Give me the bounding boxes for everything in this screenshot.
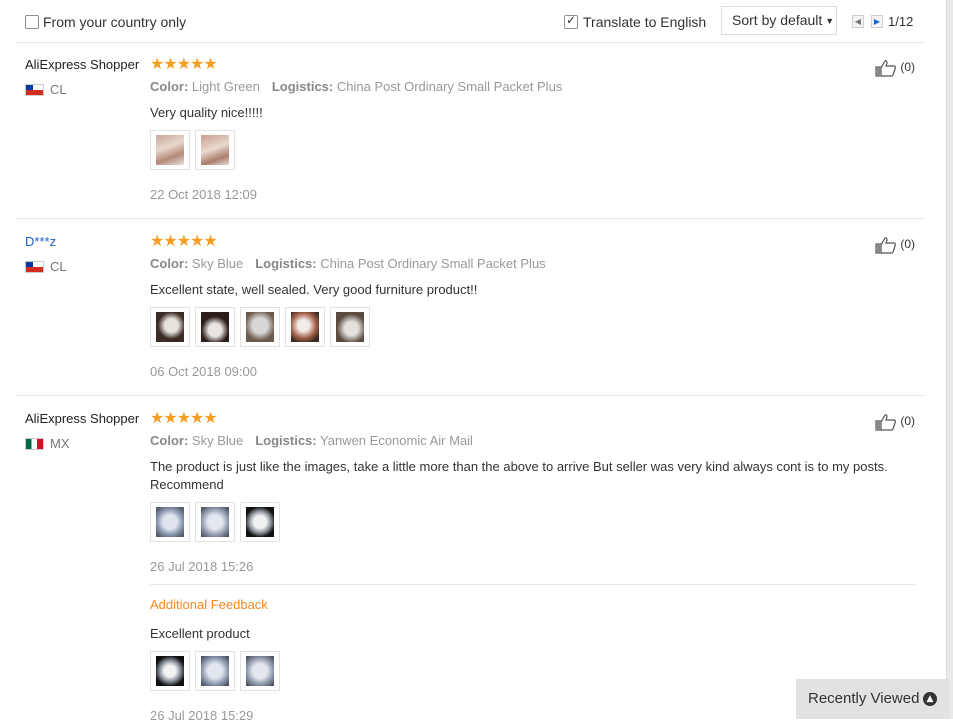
thumbs-up-icon bbox=[875, 414, 896, 431]
color-label: Color: bbox=[150, 256, 189, 271]
reviewer-name[interactable]: D***z bbox=[25, 234, 56, 249]
review-item: AliExpress Shopper MX ★★★★★ (0) Color: S… bbox=[15, 408, 925, 723]
helpful-count: (0) bbox=[900, 237, 915, 252]
logistics-label: Logistics: bbox=[271, 79, 334, 94]
review-photo-thumbnail[interactable] bbox=[240, 502, 280, 542]
thumbs-up-icon bbox=[875, 237, 896, 254]
review-text: Very quality nice!!!!! bbox=[150, 105, 263, 120]
logistics-label: Logistics: bbox=[255, 433, 317, 448]
logistics-value: China Post Ordinary Small Packet Plus bbox=[320, 256, 546, 271]
review-item: AliExpress Shopper CL ★★★★★ (0) Color: L… bbox=[15, 54, 925, 219]
review-date: 06 Oct 2018 09:00 bbox=[150, 364, 257, 379]
color-value: Sky Blue bbox=[191, 256, 244, 271]
additional-feedback-photos bbox=[150, 651, 285, 693]
review-photo-thumbnail[interactable] bbox=[195, 307, 235, 347]
page-scrollbar[interactable] bbox=[946, 0, 953, 719]
color-label: Color: bbox=[150, 433, 189, 448]
translate-checkbox[interactable] bbox=[564, 13, 578, 29]
review-text: Excellent state, well sealed. Very good … bbox=[150, 282, 478, 297]
review-photo-thumbnail[interactable] bbox=[240, 307, 280, 347]
helpful-button[interactable]: (0) bbox=[875, 59, 915, 77]
review-date: 26 Jul 2018 15:26 bbox=[150, 559, 254, 574]
next-page-button[interactable]: ▶ bbox=[871, 15, 883, 28]
chile-flag-icon bbox=[25, 260, 44, 273]
chile-flag-icon bbox=[25, 83, 44, 96]
logistics-label: Logistics: bbox=[255, 256, 317, 271]
additional-feedback-divider bbox=[150, 584, 915, 585]
helpful-count: (0) bbox=[900, 60, 915, 75]
helpful-button[interactable]: (0) bbox=[875, 413, 915, 431]
review-photo-thumbnail[interactable] bbox=[240, 651, 280, 691]
review-filter-toolbar: From your country only Translate to Engl… bbox=[15, 0, 925, 43]
thumbs-up-icon bbox=[875, 60, 896, 77]
country-only-label[interactable]: From your country only bbox=[43, 14, 186, 30]
star-rating: ★★★★★ bbox=[150, 408, 218, 427]
review-photo-thumbnail[interactable] bbox=[195, 130, 235, 170]
review-photo-thumbnail[interactable] bbox=[195, 651, 235, 691]
color-value: Light Green bbox=[191, 79, 260, 94]
mexico-flag-icon bbox=[25, 437, 44, 450]
review-photo-thumbnail[interactable] bbox=[150, 651, 190, 691]
review-photo-thumbnail[interactable] bbox=[150, 502, 190, 542]
prev-page-button[interactable]: ◀ bbox=[852, 15, 864, 28]
reviewer-country: CL bbox=[25, 258, 67, 274]
review-photo-thumbnail[interactable] bbox=[150, 130, 190, 170]
additional-feedback-text: Excellent product bbox=[150, 626, 250, 641]
country-code: CL bbox=[50, 259, 67, 275]
review-attributes: Color: Light Green Logistics: China Post … bbox=[150, 79, 562, 94]
helpful-button[interactable]: (0) bbox=[875, 236, 915, 254]
color-value: Sky Blue bbox=[191, 433, 244, 448]
recently-viewed-panel-toggle[interactable]: Recently Viewed ▲ bbox=[796, 679, 950, 719]
review-item: D***z CL ★★★★★ (0) Color: Sky Blue Logist… bbox=[15, 231, 925, 396]
logistics-value: China Post Ordinary Small Packet Plus bbox=[336, 79, 563, 94]
helpful-count: (0) bbox=[900, 414, 915, 429]
additional-feedback-title: Additional Feedback bbox=[150, 597, 268, 612]
reviewer-name: AliExpress Shopper bbox=[25, 57, 140, 72]
reviewer-country: MX bbox=[25, 435, 70, 451]
reviewer-name: AliExpress Shopper bbox=[25, 411, 140, 426]
recently-viewed-label: Recently Viewed bbox=[808, 690, 920, 707]
reviewer-country: CL bbox=[25, 81, 67, 97]
star-rating: ★★★★★ bbox=[150, 54, 218, 73]
sort-dropdown[interactable]: Sort by default ▼ bbox=[721, 6, 837, 35]
star-rating: ★★★★★ bbox=[150, 231, 218, 250]
sort-dropdown-label: Sort by default bbox=[732, 12, 823, 28]
additional-feedback-date: 26 Jul 2018 15:29 bbox=[150, 708, 254, 723]
chevron-down-icon: ▼ bbox=[825, 16, 835, 26]
review-attributes: Color: Sky Blue Logistics: China Post Ord… bbox=[150, 256, 546, 271]
review-photos bbox=[150, 130, 240, 172]
review-photo-thumbnail[interactable] bbox=[150, 307, 190, 347]
translate-label[interactable]: Translate to English bbox=[583, 14, 706, 30]
review-photo-thumbnail[interactable] bbox=[195, 502, 235, 542]
country-code: CL bbox=[50, 82, 67, 98]
review-photos bbox=[150, 502, 285, 544]
review-text: The product is just like the images, tak… bbox=[150, 459, 888, 492]
color-label: Color: bbox=[150, 79, 189, 94]
review-photo-thumbnail[interactable] bbox=[330, 307, 370, 347]
country-code: MX bbox=[50, 436, 70, 452]
review-photo-thumbnail[interactable] bbox=[285, 307, 325, 347]
review-date: 22 Oct 2018 12:09 bbox=[150, 187, 257, 202]
country-only-checkbox[interactable] bbox=[25, 15, 39, 29]
page-indicator: 1/12 bbox=[888, 14, 914, 29]
logistics-value: Yanwen Economic Air Mail bbox=[320, 433, 473, 448]
chevron-up-icon: ▲ bbox=[923, 692, 937, 706]
review-photos bbox=[150, 307, 375, 349]
review-attributes: Color: Sky Blue Logistics: Yanwen Economi… bbox=[150, 433, 473, 448]
